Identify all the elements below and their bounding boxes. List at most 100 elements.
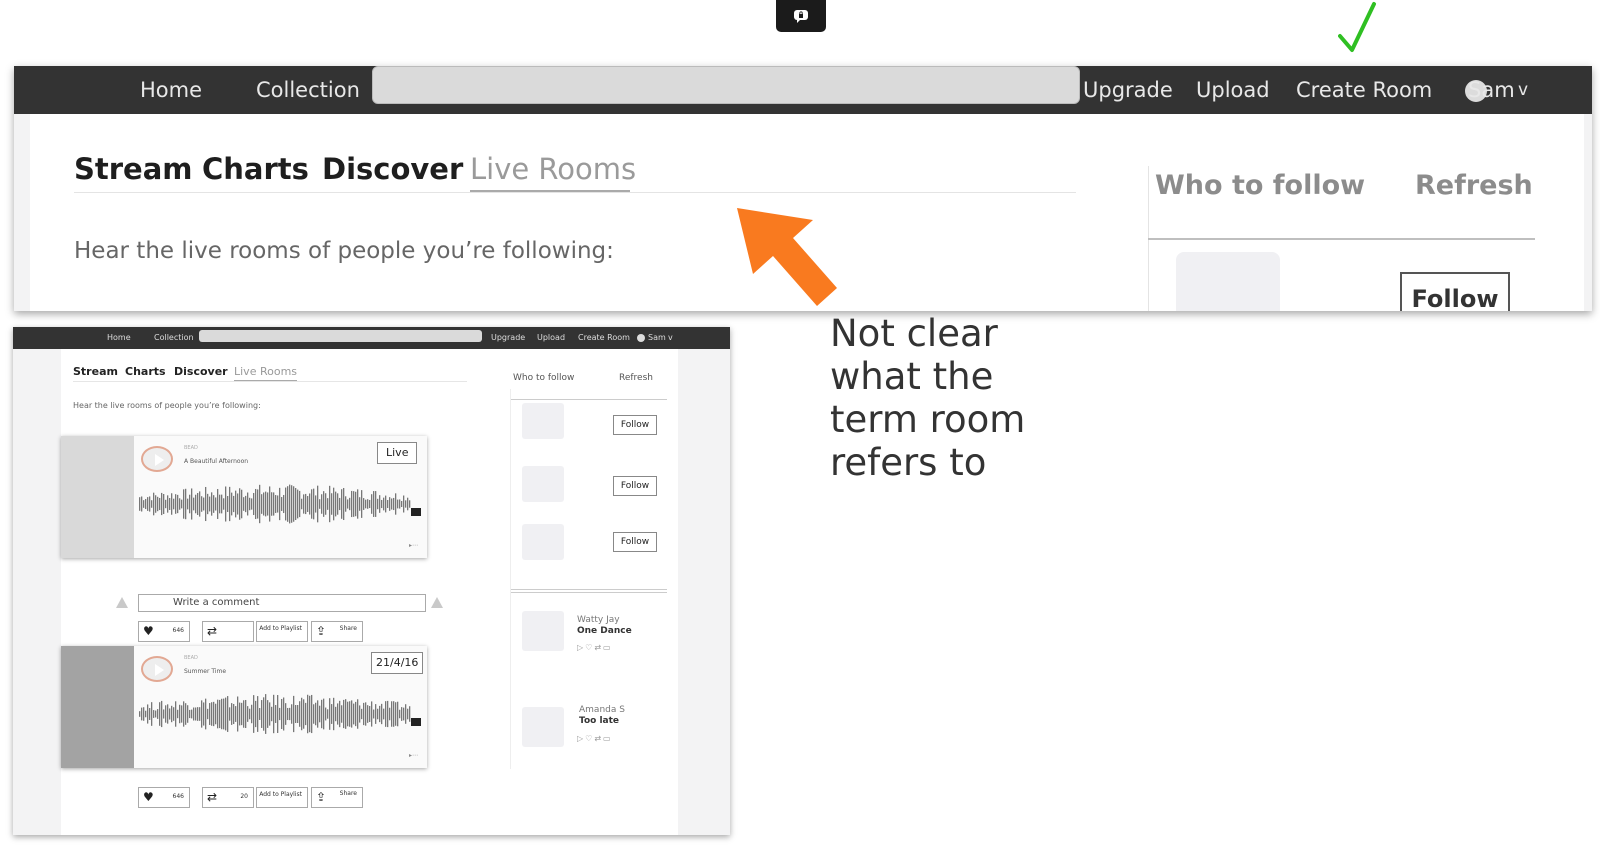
nav-create-room[interactable]: Create Room — [1296, 66, 1432, 114]
waveform-bar — [281, 497, 283, 511]
play-button[interactable] — [141, 446, 173, 472]
suggested-artist-name[interactable]: Amanda S — [579, 705, 625, 715]
follow-button[interactable]: Follow — [613, 532, 657, 552]
nav-home[interactable]: Home — [140, 66, 202, 114]
mini-nav-create-room[interactable]: Create Room — [578, 327, 630, 349]
waveform-bar — [393, 497, 395, 511]
next-arrow-icon[interactable] — [431, 597, 443, 608]
tab-charts[interactable]: Charts — [202, 152, 309, 186]
repost-button[interactable]: ⇄ 20 — [202, 787, 254, 808]
waveform-bar — [237, 696, 239, 732]
user-menu-caret[interactable]: v — [1518, 66, 1528, 114]
comment-input[interactable]: Write a comment — [138, 594, 426, 612]
tab-discover[interactable]: Discover — [322, 152, 463, 186]
more-icon[interactable]: ▸⋯ — [409, 542, 418, 549]
live-rooms-subtitle: Hear the live rooms of people you’re fol… — [74, 238, 614, 264]
waveform-bar — [221, 698, 223, 730]
share-button[interactable]: ⇪ Share — [311, 621, 363, 642]
waveform-bar — [243, 700, 245, 728]
nav-upgrade[interactable]: Upgrade — [1083, 66, 1173, 114]
waveform[interactable] — [139, 480, 411, 528]
waveform-bar — [335, 706, 337, 722]
more-icon[interactable]: ▸⋯ — [409, 752, 418, 759]
suggested-user-avatar[interactable] — [522, 524, 564, 560]
waveform-bar — [191, 488, 193, 520]
waveform-bar — [231, 492, 233, 516]
waveform-bar — [287, 707, 289, 721]
waveform-bar — [277, 495, 279, 513]
refresh-link[interactable]: Refresh — [1415, 170, 1533, 201]
waveform-bar — [275, 495, 277, 513]
waveform-bar — [167, 704, 169, 724]
follow-button[interactable]: Follow — [613, 476, 657, 496]
play-button[interactable] — [141, 656, 173, 682]
waveform-bar — [299, 490, 301, 518]
repost-button[interactable]: ⇄ — [202, 621, 254, 642]
suggested-track-avatar[interactable] — [522, 707, 564, 747]
waveform-bar — [219, 494, 221, 514]
waveform-bar — [197, 493, 199, 515]
share-button[interactable]: ⇪ Share — [311, 787, 363, 808]
follow-button[interactable]: Follow — [613, 415, 657, 435]
waveform-bar — [139, 497, 141, 511]
waveform-bar — [369, 499, 371, 509]
suggested-track-controls[interactable]: ▷♡⇄▭ — [577, 643, 613, 652]
suggested-track-title[interactable]: Too late — [579, 716, 619, 726]
track-artist: BEAD — [184, 655, 198, 661]
mini-nav-upgrade[interactable]: Upgrade — [491, 327, 525, 349]
mini-nav-home[interactable]: Home — [107, 327, 131, 349]
waveform-bar — [269, 702, 271, 726]
waveform[interactable] — [139, 690, 411, 738]
prev-arrow-icon[interactable] — [116, 597, 128, 608]
waveform-bar — [293, 486, 295, 522]
mini-tab-discover[interactable]: Discover — [174, 365, 228, 378]
waveform-bar — [197, 707, 199, 721]
like-button[interactable]: ♥ 646 — [138, 621, 190, 642]
mini-nav-collection[interactable]: Collection — [154, 327, 194, 349]
waveform-bar — [361, 708, 363, 720]
waveform-bar — [249, 708, 251, 720]
add-to-playlist-button[interactable]: Add to Playlist — [256, 621, 308, 642]
mini-refresh-link[interactable]: Refresh — [619, 373, 653, 383]
follow-button[interactable]: Follow — [1400, 272, 1510, 311]
mini-sidebar-rule — [511, 589, 667, 590]
like-button[interactable]: ♥ 646 — [138, 787, 190, 808]
mini-search-input[interactable] — [199, 330, 482, 342]
suggested-track-title[interactable]: One Dance — [577, 626, 632, 636]
suggested-track-controls[interactable]: ▷♡⇄▭ — [577, 734, 613, 743]
waveform-bar — [335, 491, 337, 517]
tab-live-rooms[interactable]: Live Rooms — [470, 152, 636, 186]
waveform-bar — [251, 498, 253, 510]
mini-user-name[interactable]: Sam — [648, 327, 666, 349]
mini-sidebar-divider — [510, 389, 511, 769]
waveform-bar — [371, 701, 373, 727]
suggested-user-avatar[interactable] — [522, 466, 564, 502]
suggested-artist-name[interactable]: Watty Jay — [577, 615, 620, 625]
waveform-bar — [369, 706, 371, 722]
nav-upload[interactable]: Upload — [1196, 66, 1270, 114]
mini-tab-live-rooms[interactable]: Live Rooms — [234, 365, 297, 378]
waveform-bar — [267, 700, 269, 728]
mini-sidebar-rule — [511, 399, 667, 400]
waveform-bar — [225, 486, 227, 522]
add-to-playlist-button[interactable]: Add to Playlist — [256, 787, 308, 808]
waveform-bar — [159, 497, 161, 511]
suggested-track-avatar[interactable] — [522, 611, 564, 651]
waveform-bar — [337, 493, 339, 515]
nav-collection[interactable]: Collection — [256, 66, 360, 114]
user-name[interactable]: Sam — [1468, 66, 1515, 114]
track-title: A Beautiful Afternoon — [184, 458, 249, 465]
suggested-user-avatar[interactable] — [1176, 252, 1280, 311]
mini-user-avatar[interactable] — [637, 334, 645, 342]
mini-nav-upload[interactable]: Upload — [537, 327, 565, 349]
suggested-user-avatar[interactable] — [522, 403, 564, 439]
waveform-bar — [385, 495, 387, 513]
search-input[interactable] — [372, 66, 1080, 104]
waveform-bar — [151, 702, 153, 726]
mini-user-caret[interactable]: v — [668, 327, 673, 349]
tab-stream[interactable]: Stream — [74, 152, 193, 186]
mini-tab-stream[interactable]: Stream — [73, 365, 118, 378]
mini-tab-charts[interactable]: Charts — [125, 365, 166, 378]
waveform-bar — [271, 706, 273, 722]
waveform-bar — [329, 698, 331, 730]
